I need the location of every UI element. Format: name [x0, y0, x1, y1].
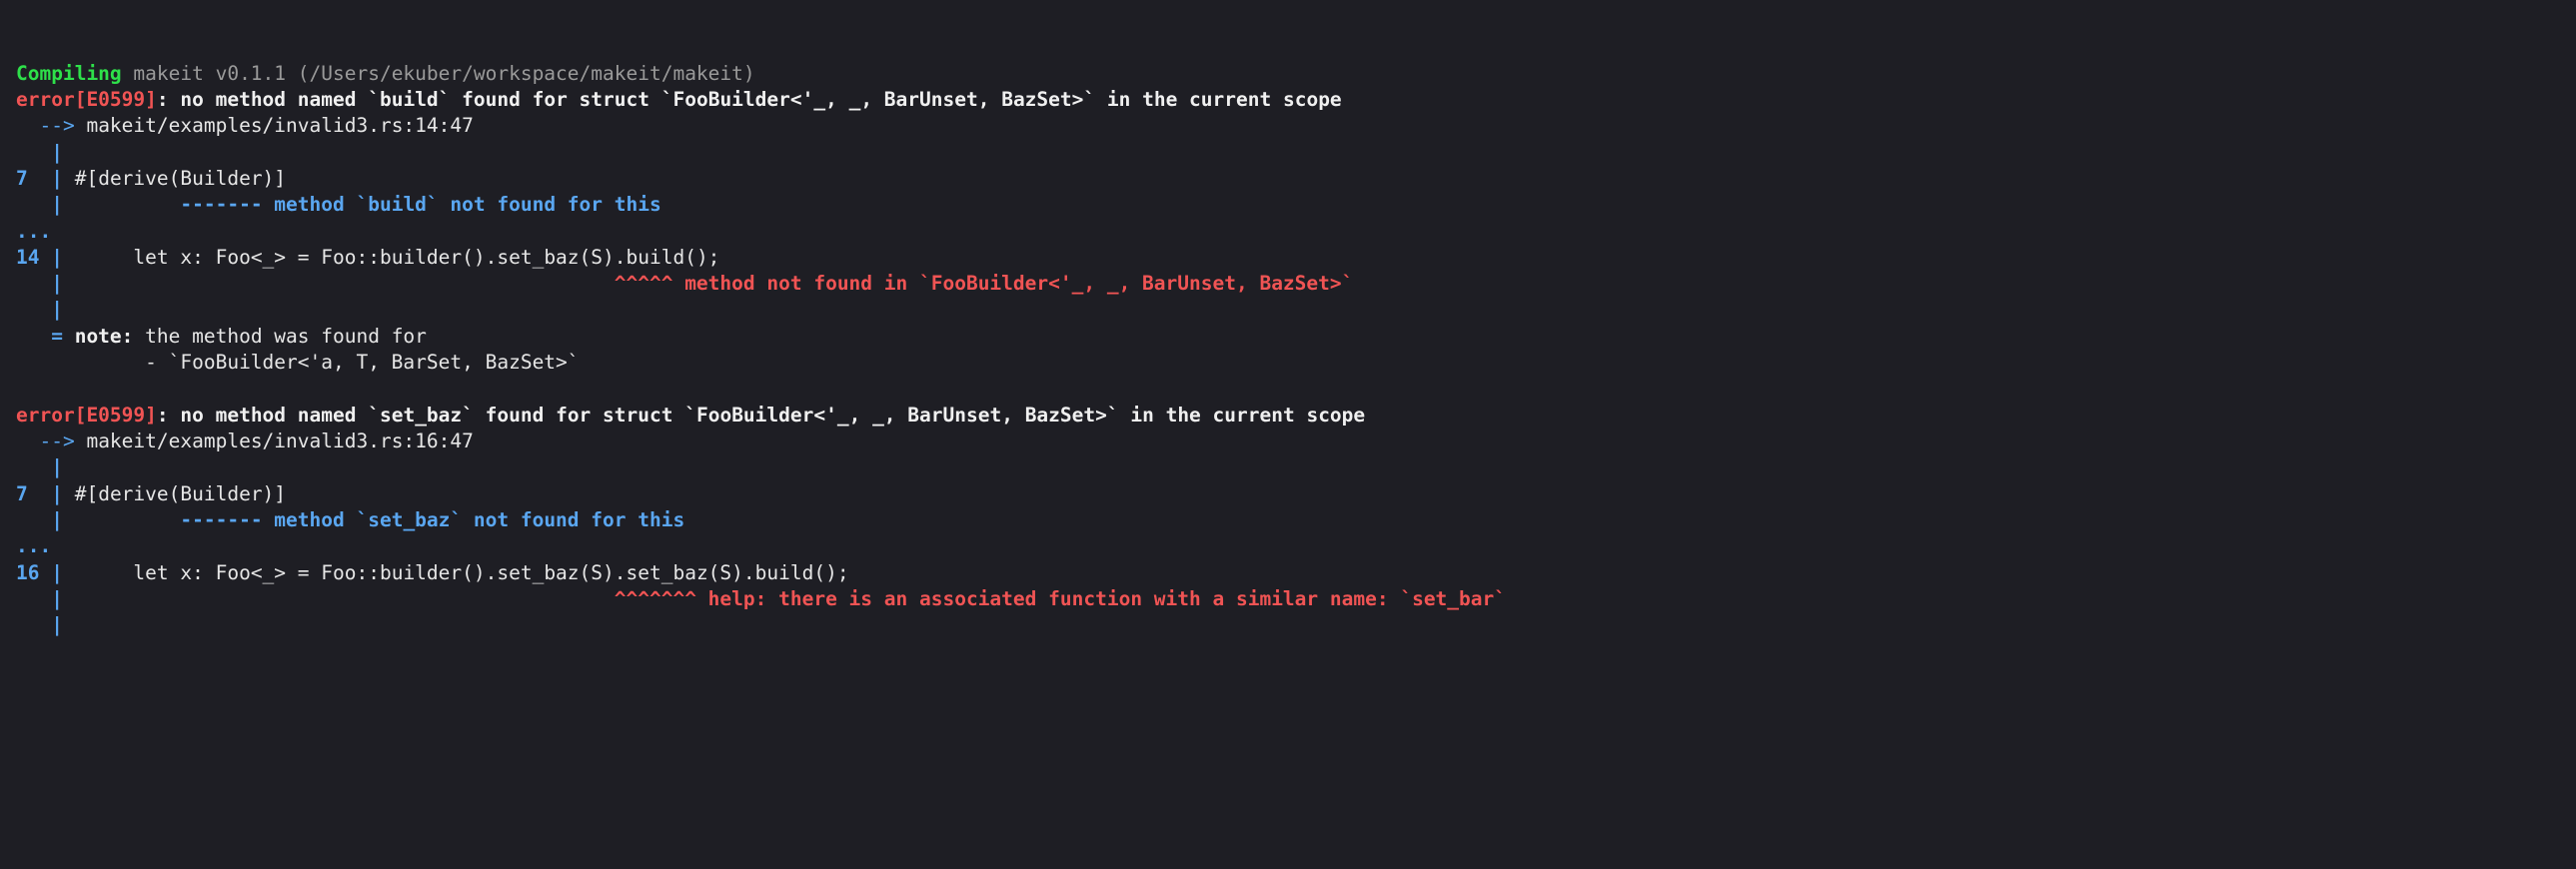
- source-line-16: 16 | let x: Foo<_> = Foo::builder().set_…: [16, 561, 849, 584]
- underline-msg: method `set_baz` not found for this: [263, 508, 685, 531]
- error-code: [E0599]: [75, 404, 157, 427]
- underline-dash: -------: [180, 193, 262, 216]
- ellipsis: ...: [16, 220, 51, 243]
- gutter-pipe: |: [16, 613, 75, 636]
- note-item-gutter: -: [16, 351, 169, 374]
- gutter-pad: |: [16, 193, 180, 216]
- gutter-pipe: |: [39, 482, 74, 505]
- truncated-line: Compiling makeit v0.1.1 (/Users/ekuber/w…: [16, 62, 755, 85]
- caret-line: | ^^^^^ method not found in `FooBuilder<…: [16, 272, 1353, 295]
- error-method: set_baz: [380, 404, 462, 427]
- underline-line: | ------- method `build` not found for t…: [16, 193, 661, 216]
- gutter-pipe: |: [16, 141, 75, 164]
- location-line: --> makeit/examples/invalid3.rs:14:47: [16, 114, 474, 137]
- note-item-line: - `FooBuilder<'a, T, BarSet, BazSet>`: [16, 351, 580, 374]
- caret-pad: |: [16, 587, 615, 610]
- gutter-pad: |: [16, 508, 180, 531]
- terminal-output[interactable]: Compiling makeit v0.1.1 (/Users/ekuber/w…: [16, 61, 2560, 639]
- underline-line: | ------- method `set_baz` not found for…: [16, 508, 684, 531]
- location-line: --> makeit/examples/invalid3.rs:16:47: [16, 430, 474, 452]
- arrow-icon: -->: [16, 430, 86, 452]
- caret-line: | ^^^^^^^ help: there is an associated f…: [16, 587, 1506, 610]
- error-colon: :: [157, 404, 180, 427]
- source-code: let x: Foo<_> = Foo::builder().set_baz(S…: [75, 246, 720, 269]
- note-label: note:: [75, 325, 145, 348]
- gutter-pipe: |: [39, 167, 74, 190]
- line-number: 16: [16, 561, 39, 584]
- caret-help-msg: help: there is an associated function wi…: [696, 587, 1506, 610]
- underline-dash: -------: [180, 508, 262, 531]
- blank-line: [16, 377, 28, 400]
- caret-pad: |: [16, 272, 615, 295]
- error-msg-mid: ` found for struct `: [439, 88, 673, 111]
- error-line: error[E0599]: no method named `set_baz` …: [16, 404, 1365, 427]
- error-msg-pre: no method named `: [180, 88, 380, 111]
- error-word: error: [16, 88, 75, 111]
- caret-marks: ^^^^^: [615, 272, 673, 295]
- error-code: [E0599]: [75, 88, 157, 111]
- error-method: build: [380, 88, 439, 111]
- error-msg-post: ` in the current scope: [1107, 404, 1365, 427]
- caret-marks: ^^^^^^^: [615, 587, 696, 610]
- error-msg-post: ` in the current scope: [1083, 88, 1341, 111]
- underline-msg: method `build` not found for this: [263, 193, 661, 216]
- ellipsis: ...: [16, 534, 51, 557]
- note-line: = note: the method was found for: [16, 325, 427, 348]
- source-code: #[derive(Builder)]: [75, 167, 286, 190]
- file-location: makeit/examples/invalid3.rs:14:47: [86, 114, 473, 137]
- gutter-pipe: |: [39, 246, 74, 269]
- gutter-pipe: |: [16, 455, 75, 478]
- note-text: the method was found for: [145, 325, 427, 348]
- line-number: 7: [16, 482, 39, 505]
- source-code: #[derive(Builder)]: [75, 482, 286, 505]
- caret-msg: method not found in `FooBuilder<'_, _, B…: [672, 272, 1353, 295]
- gutter-pipe: |: [16, 298, 75, 321]
- error-struct: FooBuilder<'_, _, BarUnset, BazSet>: [696, 404, 1107, 427]
- error-msg-mid: ` found for struct `: [462, 404, 696, 427]
- line-number: 7: [16, 167, 39, 190]
- note-item: `FooBuilder<'a, T, BarSet, BazSet>`: [169, 351, 580, 374]
- compiling-label: Compiling: [16, 62, 122, 85]
- gutter-pipe: |: [39, 561, 74, 584]
- arrow-icon: -->: [16, 114, 86, 137]
- source-line-7: 7 | #[derive(Builder)]: [16, 482, 286, 505]
- source-line-14: 14 | let x: Foo<_> = Foo::builder().set_…: [16, 246, 719, 269]
- compiling-rest: makeit v0.1.1 (/Users/ekuber/workspace/m…: [122, 62, 755, 85]
- file-location: makeit/examples/invalid3.rs:16:47: [86, 430, 473, 452]
- error-msg-pre: no method named `: [180, 404, 380, 427]
- error-word: error: [16, 404, 75, 427]
- error-line: error[E0599]: no method named `build` fo…: [16, 88, 1342, 111]
- line-number: 14: [16, 246, 39, 269]
- note-gutter: =: [16, 325, 75, 348]
- source-code: let x: Foo<_> = Foo::builder().set_baz(S…: [75, 561, 849, 584]
- error-struct: FooBuilder<'_, _, BarUnset, BazSet>: [672, 88, 1083, 111]
- error-colon: :: [157, 88, 180, 111]
- source-line-7: 7 | #[derive(Builder)]: [16, 167, 286, 190]
